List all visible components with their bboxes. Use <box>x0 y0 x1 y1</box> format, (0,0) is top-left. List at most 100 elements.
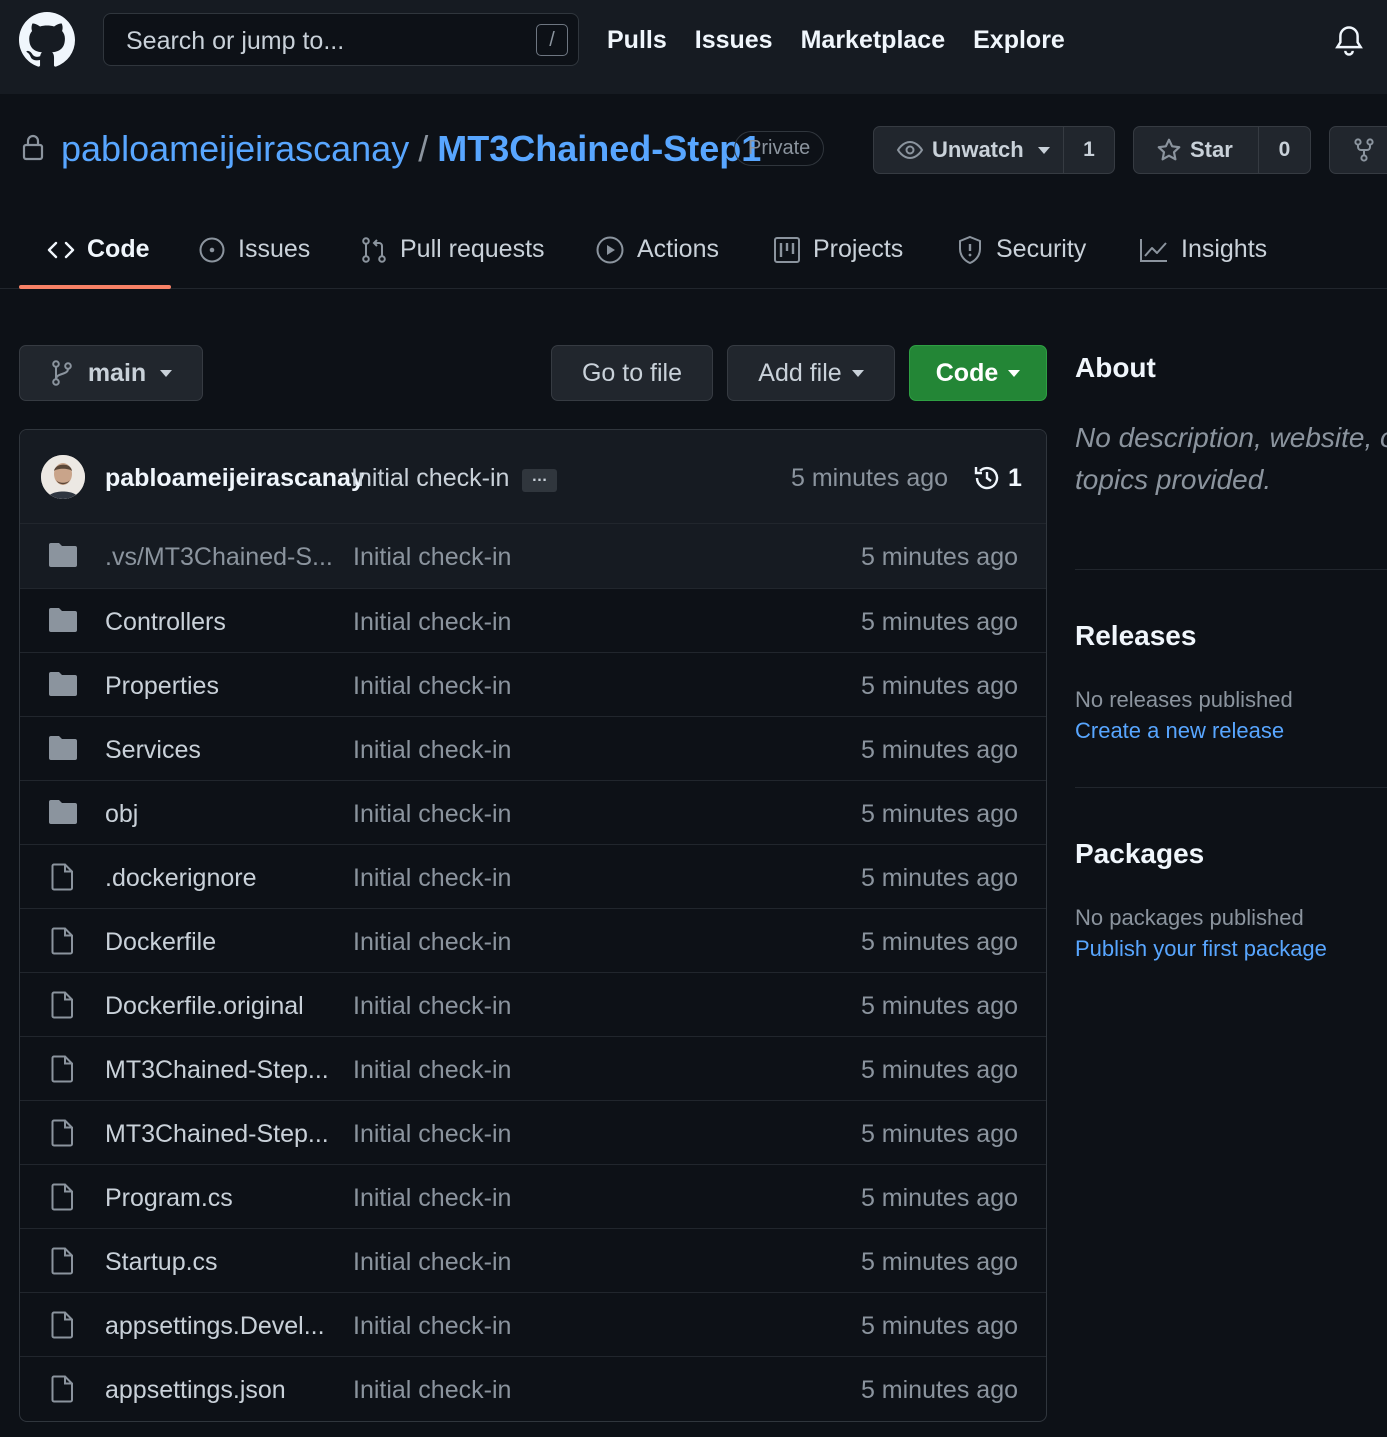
search-input[interactable]: Search or jump to... / <box>103 13 579 66</box>
star-button-group: Star 0 <box>1133 126 1311 174</box>
divider <box>1075 569 1387 570</box>
repo-owner-link[interactable]: pabloameijeirascanay <box>61 128 409 170</box>
file-name-link[interactable]: obj <box>105 800 138 829</box>
releases-title[interactable]: Releases <box>1075 620 1196 652</box>
table-row[interactable]: Services Initial check-in 5 minutes ago <box>20 716 1046 780</box>
repo-separator: / <box>418 128 429 169</box>
tab-projects[interactable]: Projects <box>773 210 903 289</box>
file-commit-message-link[interactable]: Initial check-in <box>353 608 511 637</box>
file-name-link[interactable]: .dockerignore <box>105 864 256 893</box>
file-commit-age: 5 minutes ago <box>860 1248 1018 1276</box>
tab-actions-label: Actions <box>637 235 719 263</box>
table-row[interactable]: Controllers Initial check-in 5 minutes ago <box>20 588 1046 652</box>
file-commit-message-link[interactable]: Initial check-in <box>353 1312 511 1341</box>
file-icon <box>48 1183 78 1211</box>
tab-issues[interactable]: Issues <box>198 210 310 289</box>
repo-name-link[interactable]: MT3Chained-Step1 <box>437 128 761 170</box>
chevron-down-icon <box>160 369 173 377</box>
table-row[interactable]: .dockerignore Initial check-in 5 minutes a… <box>20 844 1046 908</box>
nav-issues[interactable]: Issues <box>695 26 773 55</box>
go-to-file-button[interactable]: Go to file <box>551 345 713 401</box>
file-name-link[interactable]: Controllers <box>105 608 226 637</box>
watch-count[interactable]: 1 <box>1063 127 1114 173</box>
file-name-link[interactable]: Startup.cs <box>105 1248 218 1277</box>
avatar[interactable] <box>41 455 85 499</box>
commit-time[interactable]: 5 minutes ago <box>791 464 948 493</box>
file-commit-age: 5 minutes ago <box>860 800 1018 828</box>
file-commit-message-link[interactable]: Initial check-in <box>353 1248 511 1277</box>
file-commit-message-link[interactable]: Initial check-in <box>353 672 511 701</box>
file-icon <box>48 1375 78 1403</box>
unwatch-button[interactable]: Unwatch <box>874 127 1063 173</box>
table-row[interactable]: Dockerfile Initial check-in 5 minutes ago <box>20 908 1046 972</box>
file-commit-message-link[interactable]: Initial check-in <box>353 736 511 765</box>
table-row[interactable]: MT3Chained-Step... Initial check-in 5 minu… <box>20 1100 1046 1164</box>
folder-icon <box>48 799 78 825</box>
packages-empty-text: No packages published <box>1075 905 1304 930</box>
star-button[interactable]: Star <box>1134 127 1258 173</box>
tab-code[interactable]: Code <box>47 210 150 289</box>
table-row[interactable]: MT3Chained-Step... Initial check-in 5 minu… <box>20 1036 1046 1100</box>
tab-issues-label: Issues <box>238 235 311 263</box>
create-release-link[interactable]: Create a new release <box>1075 718 1284 744</box>
table-row[interactable]: Properties Initial check-in 5 minutes ago <box>20 652 1046 716</box>
file-name-link[interactable]: Services <box>105 736 201 765</box>
file-commit-message-link[interactable]: Initial check-in <box>353 992 511 1021</box>
fork-button-group <box>1329 126 1387 174</box>
file-name-link[interactable]: MT3Chained-Step... <box>105 1056 329 1085</box>
nav-explore[interactable]: Explore <box>973 26 1065 55</box>
file-commit-message-link[interactable]: Initial check-in <box>353 543 511 572</box>
file-commit-age: 5 minutes ago <box>860 1056 1018 1084</box>
tab-insights[interactable]: Insights <box>1139 210 1267 289</box>
fork-icon <box>1352 137 1376 163</box>
commit-message-link[interactable]: Initial check-in <box>351 464 509 493</box>
file-commit-message-link[interactable]: Initial check-in <box>353 864 511 893</box>
go-to-file-label: Go to file <box>581 358 683 387</box>
github-logo-icon[interactable] <box>19 12 75 68</box>
nav-pulls[interactable]: Pulls <box>607 26 667 55</box>
commit-author-link[interactable]: pabloameijeirascanay <box>105 464 365 493</box>
packages-title[interactable]: Packages <box>1075 838 1204 870</box>
table-row[interactable]: Program.cs Initial check-in 5 minutes ago <box>20 1164 1046 1228</box>
code-download-button[interactable]: Code <box>909 345 1047 401</box>
file-icon <box>48 1311 78 1339</box>
fork-button[interactable] <box>1330 127 1387 173</box>
file-commit-message-link[interactable]: Initial check-in <box>353 1056 511 1085</box>
publish-package-link[interactable]: Publish your first package <box>1075 936 1327 962</box>
file-name-link[interactable]: Dockerfile.original <box>105 992 304 1021</box>
table-row[interactable]: appsettings.Devel... Initial check-in 5 mi… <box>20 1292 1046 1356</box>
table-row[interactable]: Dockerfile.original Initial check-in 5 min… <box>20 972 1046 1036</box>
file-commit-message-link[interactable]: Initial check-in <box>353 1120 511 1149</box>
file-commit-message-link[interactable]: Initial check-in <box>353 1184 511 1213</box>
watch-button-group: Unwatch 1 <box>873 126 1115 174</box>
star-count[interactable]: 0 <box>1258 127 1310 173</box>
file-name-link[interactable]: Program.cs <box>105 1184 233 1213</box>
tab-security[interactable]: Security <box>956 210 1086 289</box>
table-row[interactable]: Startup.cs Initial check-in 5 minutes ago <box>20 1228 1046 1292</box>
tab-actions[interactable]: Actions <box>595 210 719 289</box>
add-file-button[interactable]: Add file <box>727 345 895 401</box>
file-commit-message-link[interactable]: Initial check-in <box>353 1376 511 1405</box>
tab-pull-requests[interactable]: Pull requests <box>360 210 545 289</box>
branch-select-button[interactable]: main <box>19 345 203 401</box>
branch-icon <box>50 359 74 387</box>
table-row[interactable]: appsettings.json Initial check-in 5 minute… <box>20 1356 1046 1420</box>
file-name-link[interactable]: Properties <box>105 672 219 701</box>
commit-history-link[interactable]: 1 <box>972 463 1022 493</box>
file-name-link[interactable]: Dockerfile <box>105 928 216 957</box>
tab-insights-label: Insights <box>1181 235 1268 263</box>
notifications-bell-icon[interactable] <box>1334 25 1364 57</box>
file-name-link[interactable]: appsettings.Devel... <box>105 1312 325 1341</box>
table-row[interactable]: .vs/MT3Chained-S... Initial check-in 5 min… <box>20 524 1046 588</box>
file-commit-message-link[interactable]: Initial check-in <box>353 800 511 829</box>
file-commit-age: 5 minutes ago <box>860 992 1018 1020</box>
file-icon <box>48 927 78 955</box>
file-name-link[interactable]: .vs/MT3Chained-S... <box>105 543 333 572</box>
commit-expand-button[interactable]: … <box>522 469 557 492</box>
about-title: About <box>1075 352 1156 383</box>
table-row[interactable]: obj Initial check-in 5 minutes ago <box>20 780 1046 844</box>
file-commit-message-link[interactable]: Initial check-in <box>353 928 511 957</box>
nav-marketplace[interactable]: Marketplace <box>801 26 946 55</box>
file-name-link[interactable]: MT3Chained-Step... <box>105 1120 329 1149</box>
file-name-link[interactable]: appsettings.json <box>105 1376 286 1405</box>
